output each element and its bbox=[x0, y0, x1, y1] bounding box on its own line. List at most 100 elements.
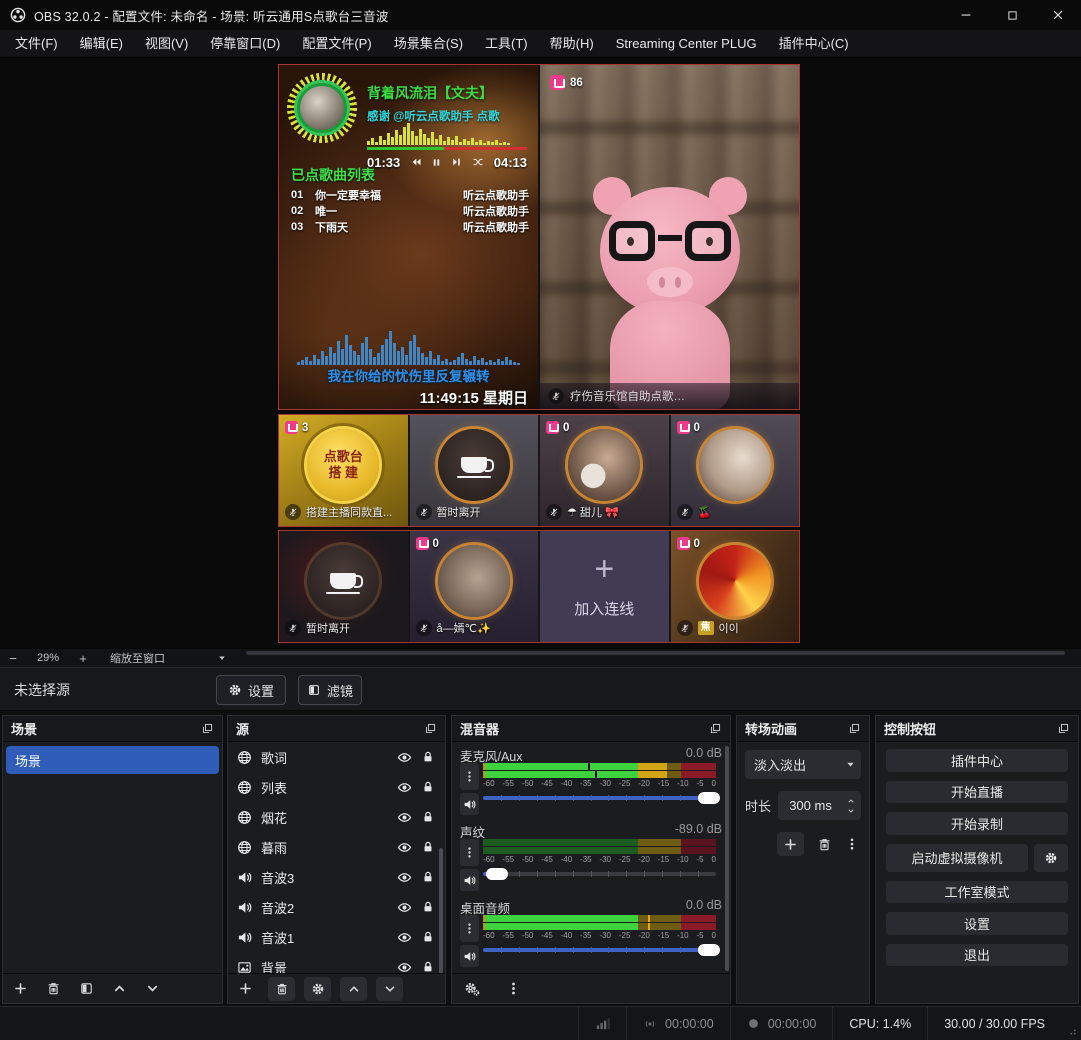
menu-item-0[interactable]: 文件(F) bbox=[4, 30, 69, 58]
lock-icon[interactable] bbox=[421, 840, 435, 854]
volume-slider-handle[interactable] bbox=[698, 792, 720, 804]
spin-up-icon[interactable] bbox=[846, 797, 856, 805]
remove-source-button[interactable] bbox=[268, 977, 295, 1001]
channel-mute-button[interactable] bbox=[460, 869, 479, 891]
menu-item-1[interactable]: 编辑(E) bbox=[69, 30, 134, 58]
control-button-5[interactable]: 工作室模式 bbox=[886, 881, 1068, 904]
lock-icon[interactable] bbox=[421, 900, 435, 914]
source-row[interactable]: 音波3 bbox=[228, 862, 445, 892]
meter-scale: -60-55-50-45-40-35-30-25-20-15-10-50 bbox=[483, 855, 716, 865]
visibility-eye-icon[interactable] bbox=[397, 930, 412, 945]
popout-icon[interactable] bbox=[424, 722, 437, 735]
move-source-down-button[interactable] bbox=[376, 977, 403, 1001]
channel-options-button[interactable] bbox=[460, 839, 479, 866]
menu-item-5[interactable]: 场景集合(S) bbox=[383, 30, 474, 58]
source-row[interactable]: 背景 bbox=[228, 952, 445, 973]
lock-icon[interactable] bbox=[421, 870, 435, 884]
speaker-icon bbox=[237, 900, 252, 915]
channel-options-button[interactable] bbox=[460, 915, 479, 942]
resize-grip[interactable] bbox=[1061, 1007, 1081, 1040]
guest-tile-5: 暂时离开 bbox=[279, 531, 408, 642]
source-filters-button[interactable]: 滤镜 bbox=[298, 675, 362, 705]
visibility-eye-icon[interactable] bbox=[397, 780, 412, 795]
menu-item-4[interactable]: 配置文件(P) bbox=[291, 30, 382, 58]
advanced-audio-icon[interactable] bbox=[464, 981, 480, 997]
channel-mute-button[interactable] bbox=[460, 793, 479, 815]
control-button-4[interactable]: 启动虚拟摄像机 bbox=[886, 844, 1028, 872]
remove-scene-icon[interactable] bbox=[46, 981, 61, 996]
scene-item-selected[interactable]: 场景 bbox=[6, 746, 219, 774]
add-transition-button[interactable] bbox=[777, 832, 804, 856]
source-row[interactable]: 烟花 bbox=[228, 802, 445, 832]
source-row[interactable]: 音波2 bbox=[228, 892, 445, 922]
time-total: 04:13 bbox=[494, 155, 527, 170]
volume-slider[interactable] bbox=[483, 867, 716, 881]
menu-item-8[interactable]: Streaming Center PLUG bbox=[605, 30, 768, 58]
menu-item-9[interactable]: 插件中心(C) bbox=[768, 30, 860, 58]
source-row[interactable]: 歌词 bbox=[228, 742, 445, 772]
add-source-icon[interactable] bbox=[238, 981, 253, 996]
spin-down-icon[interactable] bbox=[846, 807, 856, 815]
popout-icon[interactable] bbox=[201, 722, 214, 735]
control-button-1[interactable]: 插件中心 bbox=[886, 749, 1068, 772]
visibility-eye-icon[interactable] bbox=[397, 900, 412, 915]
lock-icon[interactable] bbox=[421, 810, 435, 824]
source-properties-button[interactable]: 设置 bbox=[216, 675, 286, 705]
visibility-eye-icon[interactable] bbox=[397, 870, 412, 885]
lock-icon[interactable] bbox=[421, 780, 435, 794]
source-row[interactable]: 暮雨 bbox=[228, 832, 445, 862]
channel-mute-button[interactable] bbox=[460, 945, 479, 967]
guest-tile-7[interactable]: +加入连线 bbox=[540, 531, 669, 642]
lock-icon[interactable] bbox=[421, 930, 435, 944]
control-button-7[interactable]: 退出 bbox=[886, 944, 1068, 967]
mixer-scrollbar[interactable] bbox=[725, 746, 729, 971]
volume-slider[interactable] bbox=[483, 791, 716, 805]
transition-select[interactable]: 淡入淡出 bbox=[745, 750, 861, 779]
volume-slider-handle[interactable] bbox=[486, 868, 508, 880]
popout-icon[interactable] bbox=[709, 722, 722, 735]
visibility-eye-icon[interactable] bbox=[397, 840, 412, 855]
menu-item-6[interactable]: 工具(T) bbox=[474, 30, 539, 58]
channel-options-button[interactable] bbox=[460, 763, 479, 790]
gift-icon bbox=[550, 75, 565, 90]
menu-item-2[interactable]: 视图(V) bbox=[134, 30, 199, 58]
volume-slider-handle[interactable] bbox=[698, 944, 720, 956]
control-button-3[interactable]: 开始录制 bbox=[886, 812, 1068, 835]
sources-scrollbar[interactable] bbox=[439, 848, 443, 973]
popout-icon[interactable] bbox=[1057, 722, 1070, 735]
visibility-eye-icon[interactable] bbox=[397, 810, 412, 825]
lock-icon[interactable] bbox=[421, 960, 435, 973]
source-row[interactable]: 列表 bbox=[228, 772, 445, 802]
lock-icon[interactable] bbox=[421, 750, 435, 764]
control-button-6[interactable]: 设置 bbox=[886, 912, 1068, 935]
virtual-camera-settings-button[interactable] bbox=[1034, 844, 1068, 872]
duration-spinbox[interactable]: 300 ms bbox=[778, 791, 861, 820]
record-timer: 00:00:00 bbox=[730, 1007, 833, 1040]
move-source-up-button[interactable] bbox=[340, 977, 367, 1001]
scene-filters-icon[interactable] bbox=[79, 981, 94, 996]
playlist-num: 01 bbox=[291, 189, 315, 201]
source-properties-toolbar-button[interactable] bbox=[304, 977, 331, 1001]
mixer-menu-icon[interactable] bbox=[506, 981, 521, 996]
control-button-2[interactable]: 开始直播 bbox=[886, 781, 1068, 804]
menu-item-3[interactable]: 停靠窗口(D) bbox=[199, 30, 291, 58]
preview-horizontal-scrollbar[interactable] bbox=[246, 651, 1065, 655]
menu-item-7[interactable]: 帮助(H) bbox=[539, 30, 605, 58]
maximize-button[interactable] bbox=[989, 0, 1035, 30]
visibility-eye-icon[interactable] bbox=[397, 750, 412, 765]
move-scene-up-icon[interactable] bbox=[112, 981, 127, 996]
close-button[interactable] bbox=[1035, 0, 1081, 30]
add-scene-icon[interactable] bbox=[13, 981, 28, 996]
visibility-eye-icon[interactable] bbox=[397, 960, 412, 974]
fit-to-window-dropdown[interactable]: 缩放至窗口 bbox=[110, 650, 227, 666]
volume-slider[interactable] bbox=[483, 943, 716, 957]
move-scene-down-icon[interactable] bbox=[145, 981, 160, 996]
remove-transition-icon[interactable] bbox=[817, 837, 832, 852]
zoom-out-button[interactable]: − bbox=[0, 651, 26, 666]
source-row[interactable]: 音波1 bbox=[228, 922, 445, 952]
transition-menu-icon[interactable] bbox=[845, 837, 859, 851]
popout-icon[interactable] bbox=[848, 722, 861, 735]
zoom-in-button[interactable]: + bbox=[70, 651, 96, 666]
transitions-dock: 转场动画 淡入淡出 时长 300 ms bbox=[736, 715, 870, 1004]
minimize-button[interactable] bbox=[943, 0, 989, 30]
